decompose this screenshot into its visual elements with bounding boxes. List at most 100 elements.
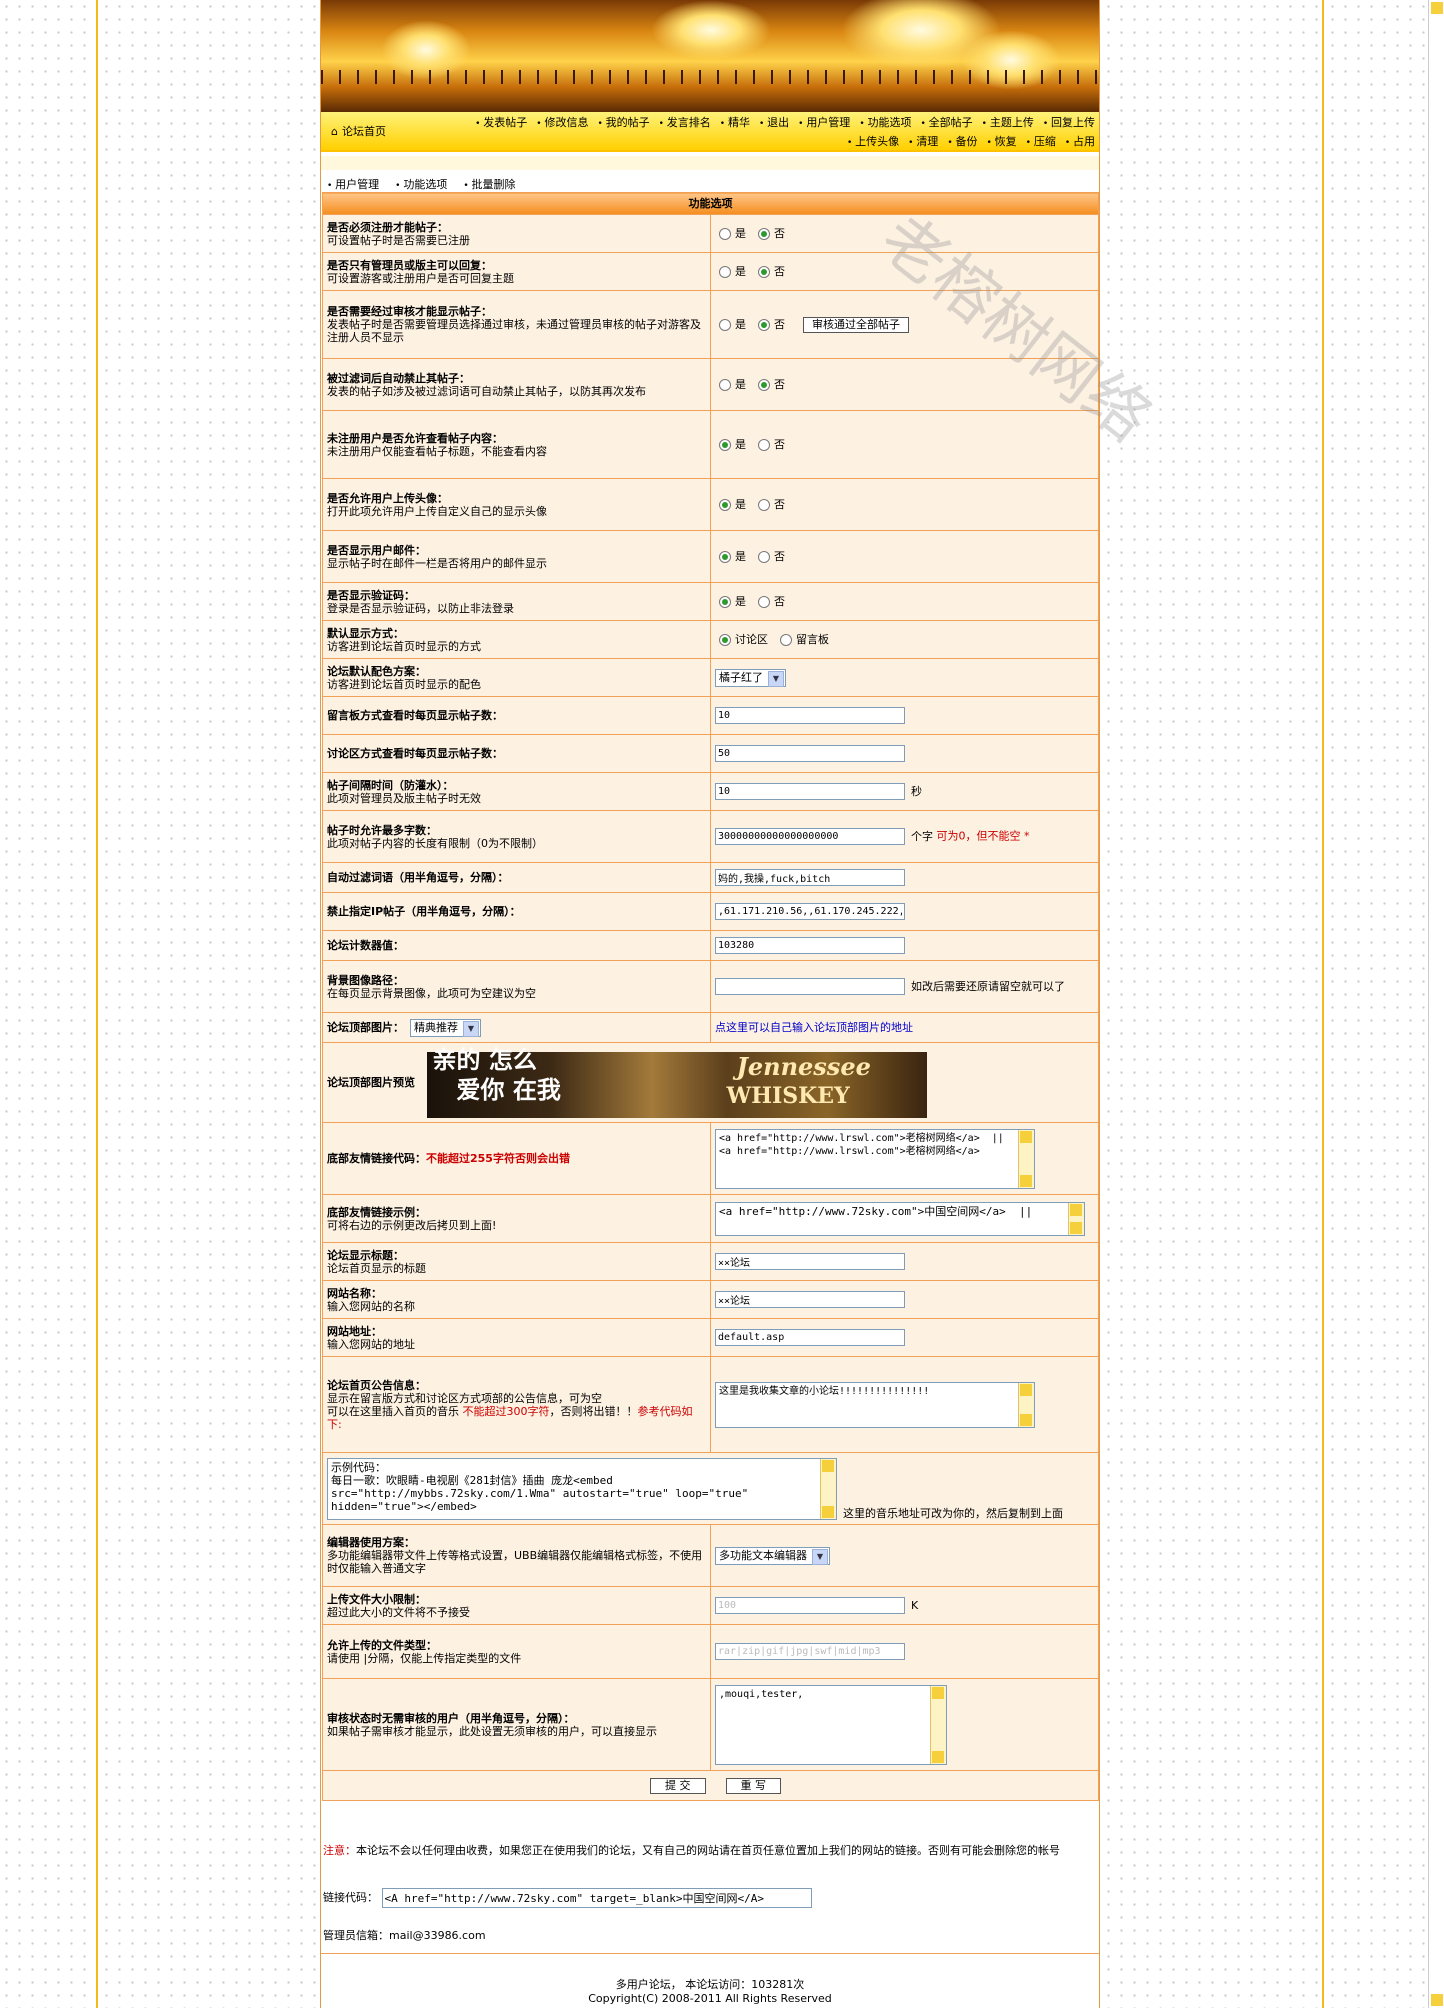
home-icon: ⌂	[331, 124, 338, 138]
nav-clean[interactable]: 清理	[908, 135, 938, 148]
nav-options[interactable]: 功能选项	[859, 116, 911, 129]
nav-compress[interactable]: 压缩	[1026, 135, 1056, 148]
custom-header-link[interactable]: 点这里可以自己输入论坛顶部图片的地址	[715, 1021, 913, 1034]
nav-edit-info[interactable]: 修改信息	[536, 116, 588, 129]
filter-words-input[interactable]	[715, 869, 905, 886]
length-warning: 不能超过255字符否则会出错	[426, 1152, 570, 1165]
subnav-batch-delete[interactable]: 批量删除	[463, 178, 515, 191]
row-title: 是否只有管理员或版主可以回复：	[327, 258, 492, 272]
radio-no[interactable]	[758, 550, 770, 563]
approve-all-button[interactable]: 审核通过全部帖子	[803, 316, 909, 333]
nav-topic-upload[interactable]: 主题上传	[982, 116, 1034, 129]
guestbook-page-size-input[interactable]	[715, 707, 905, 724]
unit-label: K	[911, 1599, 919, 1612]
row-title: 论坛首页公告信息：	[327, 1378, 426, 1392]
row-title: 是否必须注册才能帖子：	[327, 220, 448, 234]
row-title: 背景图像路径：	[327, 973, 404, 987]
sample-code-textarea[interactable]: 示例代码： 每日一歌：吹眼睛-电视剧《281封信》插曲 庞龙<embed src…	[327, 1457, 837, 1520]
radio-yes[interactable]	[719, 227, 731, 240]
forum-page: ⌂论坛首页 发表帖子修改信息我的帖子发言排名精华退出用户管理功能选项全部帖子主题…	[320, 0, 1164, 2008]
row-desc: 发表帖子时是否需要管理员选择通过审核，未通过管理员审核的帖子对游客及注册人员不显…	[327, 318, 701, 344]
radio-no[interactable]	[758, 498, 770, 511]
blocked-ip-input[interactable]	[715, 903, 905, 920]
submit-button[interactable]: 提 交	[650, 1777, 706, 1794]
footer-stats: 多用户论坛， 本论坛访问：103281次	[615, 1978, 805, 1991]
row-title: 论坛计数器值：	[327, 939, 404, 952]
nav-reply-upload[interactable]: 回复上传	[1043, 116, 1095, 129]
logo-text-2: 爱你 在我	[456, 1076, 561, 1104]
header-image-select[interactable]: 精典推荐	[410, 1018, 481, 1037]
nav-featured[interactable]: 精华	[720, 116, 750, 129]
radio-yes[interactable]	[719, 550, 731, 563]
nav-logout[interactable]: 退出	[759, 116, 789, 129]
forum-page-size-input[interactable]	[715, 745, 905, 762]
logo-text-1: 亲的 怎么	[432, 1046, 537, 1074]
row-desc: 可设置游客或注册用户是否可回复主题	[327, 271, 514, 285]
row-title: 是否需要经过审核才能显示帖子：	[327, 305, 492, 318]
row-desc: 此项对帖子内容的长度有限制（0为不限制）	[327, 836, 543, 850]
page-scrollbar[interactable]	[1428, 0, 1444, 2008]
radio-no[interactable]	[758, 318, 770, 331]
radio-no[interactable]	[758, 378, 770, 391]
nav-post[interactable]: 发表帖子	[475, 116, 527, 129]
nav-usage[interactable]: 占用	[1065, 135, 1095, 148]
radio-yes[interactable]	[719, 318, 731, 331]
radio-yes[interactable]	[719, 378, 731, 391]
row-title: 讨论区方式查看时每页显示帖子数：	[327, 747, 503, 760]
row-title: 网站地址：	[327, 1324, 382, 1338]
upload-size-input[interactable]	[715, 1597, 905, 1614]
reset-button[interactable]: 重 写	[725, 1777, 781, 1794]
post-interval-input[interactable]	[715, 783, 905, 800]
main-nav: ⌂论坛首页 发表帖子修改信息我的帖子发言排名精华退出用户管理功能选项全部帖子主题…	[321, 112, 1099, 152]
radio-guestbook[interactable]	[780, 633, 792, 646]
counter-input[interactable]	[715, 937, 905, 954]
row-desc: 论坛首页显示的标题	[327, 1261, 426, 1275]
radio-no[interactable]	[758, 595, 770, 608]
nav-user-admin[interactable]: 用户管理	[798, 116, 850, 129]
row-title: 论坛默认配色方案：	[327, 664, 426, 678]
radio-no[interactable]	[758, 438, 770, 451]
upload-types-input[interactable]	[715, 1643, 905, 1660]
exempt-users-textarea[interactable]: ,mouqi,tester,	[715, 1684, 947, 1765]
max-chars-input[interactable]	[715, 828, 905, 845]
radio-yes[interactable]	[719, 595, 731, 608]
forum-home-link[interactable]: ⌂ 论坛首页	[331, 123, 386, 139]
center-right-background	[1102, 0, 1322, 2008]
radio-forum[interactable]	[719, 633, 731, 646]
radio-yes[interactable]	[719, 498, 731, 511]
row-desc: 输入您网站的地址	[327, 1337, 415, 1351]
editor-select[interactable]: 多功能文本编辑器	[715, 1546, 830, 1565]
unit-label: 个字	[911, 830, 933, 843]
nav-backup[interactable]: 备份	[947, 135, 977, 148]
row-title: 底部友情链接代码：不能超过255字符否则会出错	[327, 1152, 570, 1165]
link-code: 链接代码：	[323, 1888, 812, 1908]
footer-divider	[321, 1953, 1099, 1954]
row-title: 帖子间隔时间（防灌水）：	[327, 778, 454, 792]
announcement-textarea[interactable]: 这里是我收集文章的小论坛!!!!!!!!!!!!!!!	[715, 1381, 1035, 1428]
row-title: 上传文件大小限制：	[327, 1592, 426, 1606]
link-code-input[interactable]	[381, 1888, 812, 1908]
nav-all-posts[interactable]: 全部帖子	[920, 116, 972, 129]
nav-upload-avatar[interactable]: 上传头像	[847, 135, 899, 148]
subnav-options[interactable]: 功能选项	[395, 178, 447, 191]
friend-links-textarea[interactable]: <a href="http://www.lrswl.com">老榕树网络</a>…	[715, 1128, 1035, 1189]
row-desc: 显示在留言版方式和讨论区方式项部的公告信息，可为空	[327, 1391, 602, 1405]
row-desc: 打开此项允许用户上传自定义自己的显示头像	[327, 504, 547, 518]
subnav-user-admin[interactable]: 用户管理	[327, 178, 379, 191]
color-scheme-select[interactable]: 橘子红了	[715, 668, 786, 687]
radio-no[interactable]	[758, 227, 770, 240]
forum-title-input[interactable]	[715, 1253, 905, 1270]
nav-restore[interactable]: 恢复	[986, 135, 1016, 148]
radio-yes[interactable]	[719, 265, 731, 278]
notice: 注意：本论坛不会以任何理由收费，如果您正在使用我们的论坛，又有自己的网站请在首页…	[323, 1844, 1060, 1857]
nav-my-posts[interactable]: 我的帖子	[597, 116, 649, 129]
background-path-input[interactable]	[715, 978, 905, 995]
row-desc: 多功能编辑器带文件上传等格式设置，UBB编辑器仅能编辑格式标签，不使用时仅能输入…	[327, 1549, 703, 1575]
site-name-input[interactable]	[715, 1291, 905, 1308]
site-url-input[interactable]	[715, 1329, 905, 1346]
radio-no[interactable]	[758, 265, 770, 278]
friend-link-example-textarea[interactable]: <a href="http://www.72sky.com">中国空间网</a>…	[715, 1201, 1085, 1236]
nav-ranking[interactable]: 发言排名	[659, 116, 711, 129]
row-desc: 如果帖子需审核才能显示，此处设置无须审核的用户，可以直接显示	[327, 1724, 657, 1738]
radio-yes[interactable]	[719, 438, 731, 451]
